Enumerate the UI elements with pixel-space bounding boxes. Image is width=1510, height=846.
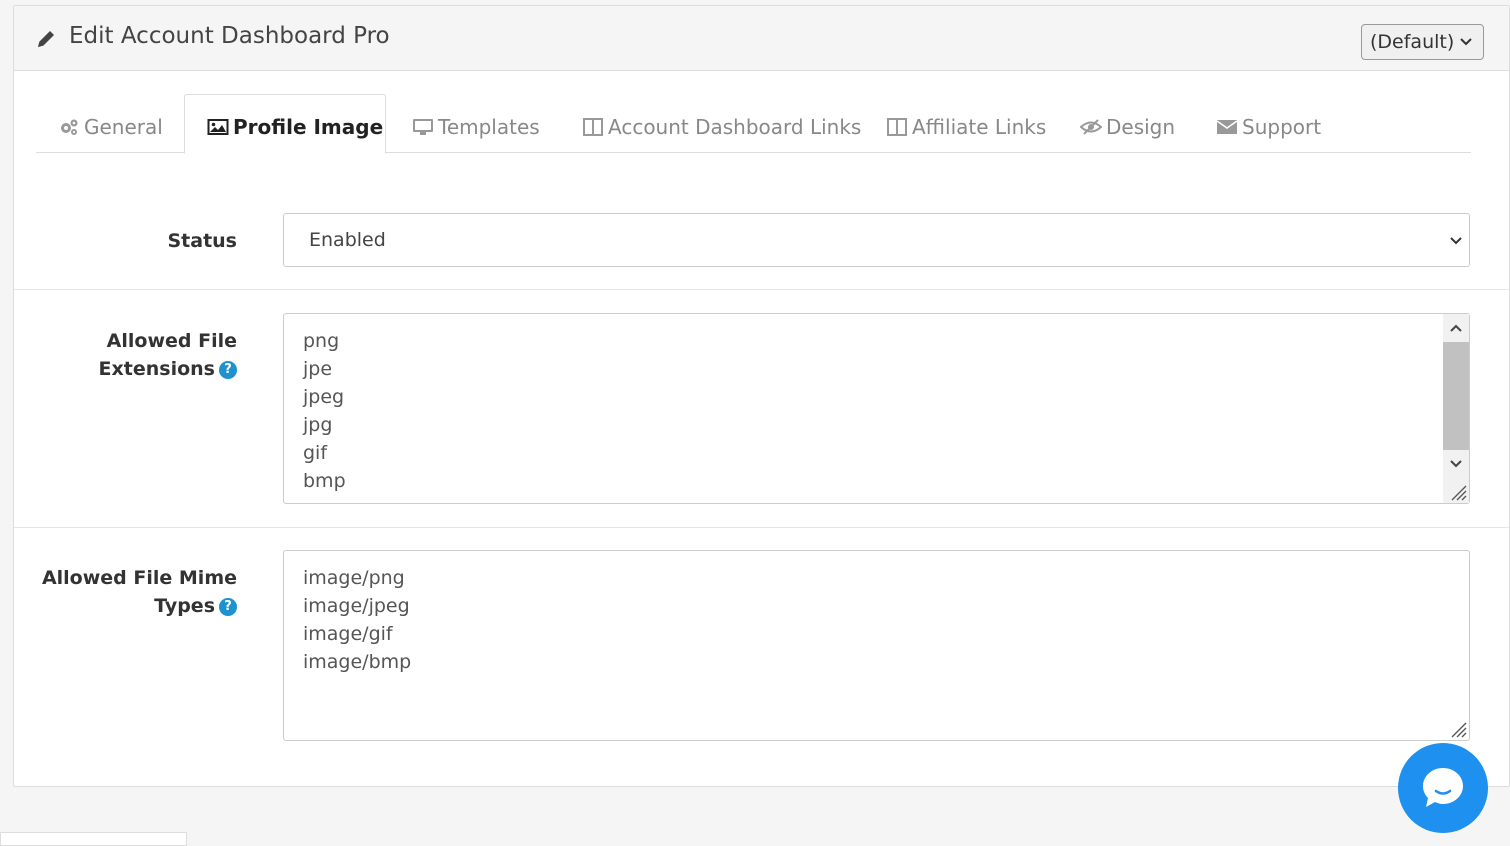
- label-line: Allowed File Mime: [41, 567, 237, 589]
- store-select-value: (Default): [1370, 31, 1455, 53]
- tab-label: Support: [1242, 114, 1322, 139]
- tab-design[interactable]: Design: [1080, 94, 1175, 153]
- tab-profile-image[interactable]: Profile Image: [184, 94, 386, 154]
- status-select-value: Enabled: [309, 229, 386, 251]
- cogs-icon: [61, 119, 78, 135]
- scrollbar-thumb[interactable]: [1443, 342, 1469, 450]
- label-line: Extensions: [98, 358, 215, 380]
- tab-support[interactable]: Support: [1216, 94, 1321, 153]
- textarea-line: image/gif: [303, 623, 393, 645]
- chevron-down-icon[interactable]: [1449, 458, 1463, 470]
- tab-label: Design: [1106, 114, 1176, 139]
- textarea-line: jpe: [303, 358, 333, 380]
- edit-panel: Edit Account Dashboard Pro (Default) Gen…: [13, 5, 1510, 787]
- tab-templates[interactable]: Templates: [412, 94, 540, 153]
- chevron-down-icon: [1460, 38, 1472, 46]
- allowed-extensions-label: Allowed File Extensions?: [99, 327, 237, 383]
- help-icon[interactable]: ?: [219, 361, 237, 379]
- tab-account-dashboard-links[interactable]: Account Dashboard Links: [582, 94, 861, 153]
- allowed-mime-types-label: Allowed File Mime Types?: [42, 564, 237, 620]
- tab-general[interactable]: General: [58, 94, 163, 153]
- textarea-line: image/jpeg: [303, 595, 410, 617]
- textarea-line: image/png: [303, 567, 405, 589]
- tab-label: Templates: [438, 114, 540, 139]
- chat-bubble-icon: [1423, 768, 1463, 807]
- tab-label: General: [84, 114, 163, 139]
- pencil-icon: [38, 31, 54, 47]
- textarea-line: image/bmp: [303, 651, 412, 673]
- label-line: Allowed File: [106, 330, 237, 352]
- columns-icon: [887, 117, 907, 136]
- resize-grip-icon[interactable]: [1447, 718, 1467, 738]
- tab-bar: General Profile Image Templates Account …: [36, 94, 1471, 154]
- textarea-scrollbar[interactable]: [1443, 314, 1469, 503]
- panel-heading: Edit Account Dashboard Pro (Default): [14, 6, 1509, 71]
- tab-affiliate-links[interactable]: Affiliate Links: [886, 94, 1046, 153]
- textarea-line: bmp: [303, 470, 346, 492]
- image-icon: [207, 119, 229, 135]
- label-line: Types: [154, 595, 215, 617]
- status-select[interactable]: Enabled: [283, 213, 1470, 267]
- row-divider: [14, 527, 1509, 528]
- textarea-line: png: [303, 330, 340, 352]
- desktop-icon: [413, 118, 433, 135]
- chevron-down-icon: [1450, 237, 1462, 245]
- tab-label: Affiliate Links: [912, 114, 1047, 139]
- page-title: Edit Account Dashboard Pro: [69, 23, 390, 49]
- bottom-panel-edge: [0, 832, 187, 846]
- textarea-line: jpeg: [303, 386, 345, 408]
- textarea-line: jpg: [303, 414, 333, 436]
- textarea-line: gif: [303, 442, 328, 464]
- status-label: Status: [167, 230, 237, 252]
- allowed-mime-types-textarea[interactable]: image/png image/jpeg image/gif image/bmp: [283, 550, 1470, 741]
- columns-icon: [583, 117, 603, 136]
- help-icon[interactable]: ?: [219, 598, 237, 616]
- tab-label: Account Dashboard Links: [608, 114, 862, 139]
- store-select[interactable]: (Default): [1361, 24, 1484, 60]
- eye-slash-icon: [1080, 118, 1102, 135]
- tab-label: Profile Image: [233, 115, 384, 139]
- allowed-extensions-textarea[interactable]: png jpe jpeg jpg gif bmp: [283, 313, 1470, 504]
- chevron-up-icon[interactable]: [1449, 322, 1463, 334]
- resize-grip-icon[interactable]: [1447, 481, 1467, 501]
- chat-widget-button[interactable]: [1398, 743, 1488, 833]
- row-divider: [14, 289, 1509, 290]
- envelope-icon: [1216, 119, 1238, 134]
